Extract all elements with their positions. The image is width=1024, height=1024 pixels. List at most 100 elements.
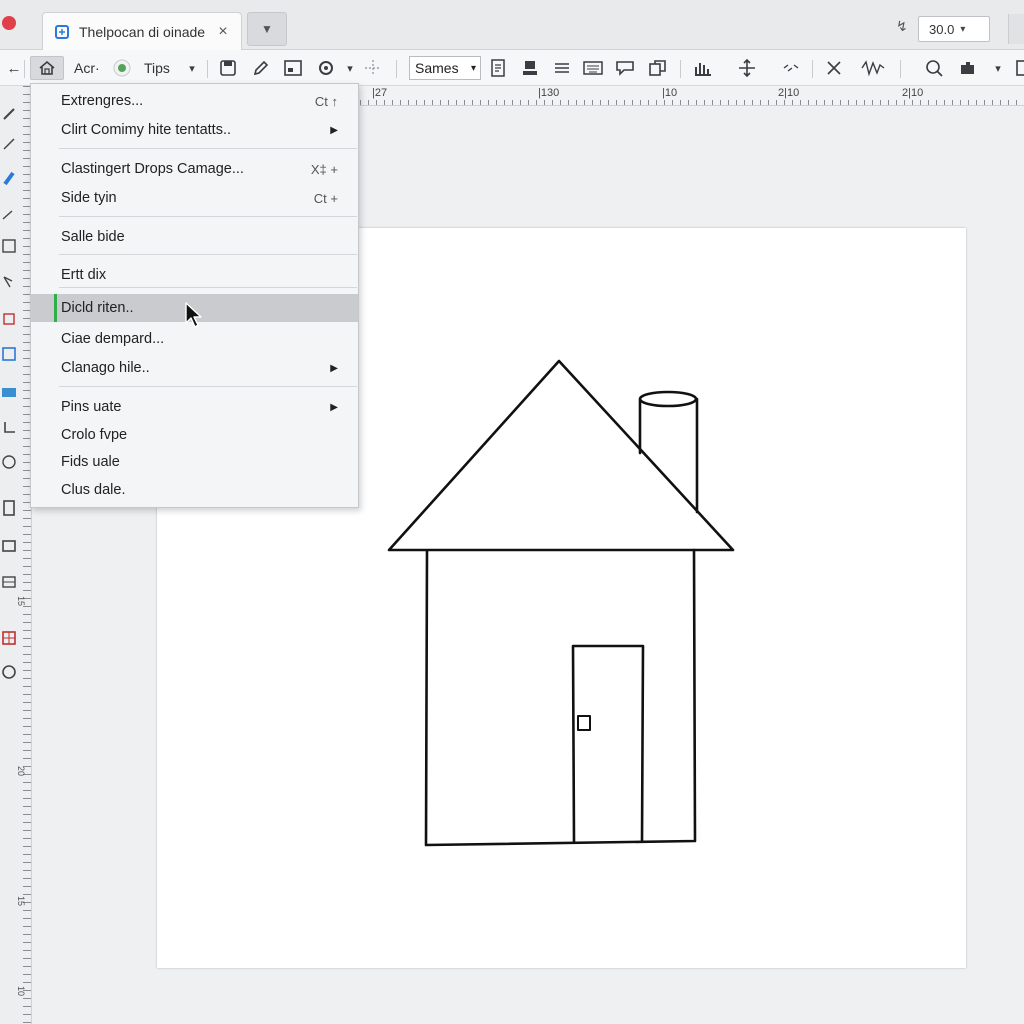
tab-close-icon[interactable]: × (215, 23, 231, 41)
zoom-select[interactable]: 30.0 ▾ (918, 16, 990, 42)
settings-button[interactable] (316, 56, 336, 80)
link-button[interactable] (780, 56, 802, 80)
door-window (577, 715, 591, 731)
zoom-value: 30.0 (929, 21, 955, 37)
move-button[interactable] (736, 56, 758, 80)
menu-item[interactable]: Ertt dix (31, 261, 358, 289)
menu-item-label: Ciae dempard... (61, 331, 165, 347)
submenu-arrow-icon: ▶ (330, 401, 338, 413)
select-tool[interactable] (0, 272, 18, 292)
comment-icon (616, 61, 634, 76)
settings-chevron-down-icon[interactable]: ▾ (340, 56, 360, 80)
menu-item[interactable]: Clastingert Drops Camage... X‡ + (31, 155, 358, 183)
page-button[interactable] (488, 56, 508, 80)
brush-tool[interactable] (0, 104, 18, 124)
menu-item-label: Dicld riten.. (61, 300, 134, 316)
image-tool[interactable] (0, 344, 18, 364)
grid-tool[interactable] (0, 236, 18, 256)
layers-tool[interactable] (0, 498, 18, 518)
title-tab-bar: Thelpocan di oinade × ▼ ↯ 30.0 ▾ (0, 0, 1024, 50)
menu-item[interactable]: Extrengres... Ct ↑ (31, 87, 358, 115)
menu-item[interactable]: Clirt Comimy hite tentatts.. ▶ (31, 116, 358, 144)
frame-button[interactable] (283, 56, 303, 80)
menu-item-label: Salle bide (61, 229, 125, 245)
document-tab[interactable]: Thelpocan di oinade × (42, 12, 242, 50)
cut-button[interactable] (824, 56, 844, 80)
font-select-value: Sames (415, 60, 459, 76)
copy-icon (649, 60, 666, 76)
menu-item[interactable]: Pins uate ▶ (31, 393, 358, 421)
frame-tool[interactable] (0, 536, 18, 556)
search-button[interactable] (925, 56, 945, 80)
plugin-chevron-down-icon[interactable]: ▾ (988, 56, 1008, 80)
menu-item-label: Clus dale. (61, 482, 126, 498)
menu-item[interactable]: Fids uale (31, 448, 358, 476)
gear-icon (319, 61, 333, 75)
align-button[interactable] (552, 56, 572, 80)
circle-tool[interactable] (0, 662, 18, 682)
crosshair-icon (365, 60, 381, 76)
panel-toggle-button[interactable] (1012, 56, 1024, 80)
ruler-label: |130 (538, 87, 560, 99)
color-dot-button[interactable] (112, 56, 132, 80)
ruler-label: 20 (16, 766, 26, 777)
tips-menu-button[interactable]: Tips (144, 56, 170, 80)
crop-tool[interactable] (0, 418, 18, 438)
table-tool[interactable] (0, 572, 18, 592)
print-icon (523, 61, 537, 75)
mouse-cursor-icon (185, 302, 202, 328)
chevron-down-icon: ▾ (470, 62, 476, 74)
menu-item[interactable]: Crolo fvpe (31, 421, 358, 449)
keyboard-button[interactable] (583, 56, 603, 80)
tips-chevron-down-icon[interactable]: ▾ (182, 56, 202, 80)
plugin-button[interactable] (958, 56, 978, 80)
image-icon (2, 347, 16, 361)
panel-icon (1016, 60, 1024, 76)
submenu-arrow-icon: ▶ (330, 362, 338, 374)
horizontal-ruler[interactable]: |27 |130 |10 2|10 2|10 (360, 86, 1024, 106)
crosshair-button[interactable] (362, 56, 384, 80)
menu-item[interactable]: Side tyin Ct + (31, 184, 358, 212)
line-tool[interactable] (0, 204, 18, 224)
save-button[interactable] (218, 56, 238, 80)
menu-item[interactable]: Clanago hile.. ▶ (31, 354, 358, 382)
ruler-label: |27 (372, 87, 388, 99)
back-button[interactable]: ← (4, 56, 24, 80)
menu-item-shortcut: X‡ + (310, 161, 338, 177)
menu-item[interactable]: Ciae dempard... (31, 325, 358, 353)
home-icon (39, 60, 55, 75)
tab-list-dropdown[interactable]: ▼ (247, 12, 287, 46)
pen-tool[interactable] (0, 134, 18, 154)
menu-item-label: Ertt dix (61, 267, 107, 283)
menu-separator (59, 148, 357, 149)
window-close-button[interactable] (2, 16, 16, 30)
shape-tool[interactable] (0, 308, 18, 328)
waveform-button[interactable] (860, 56, 886, 80)
menu-item[interactable]: Clus dale. (31, 476, 358, 504)
page-icon (491, 59, 505, 77)
home-menu-button[interactable] (30, 56, 64, 80)
ellipse-icon (2, 455, 16, 469)
menu-item-label: Pins uate (61, 399, 122, 415)
menu-item-label: Clirt Comimy hite tentatts.. (61, 122, 232, 138)
font-select[interactable]: Sames ▾ (409, 56, 481, 80)
copy-button[interactable] (648, 56, 668, 80)
color-tool[interactable] (0, 382, 18, 402)
chimney-sides (638, 397, 699, 514)
brush-icon (3, 108, 15, 120)
ellipse-tool[interactable] (0, 452, 18, 472)
print-button[interactable] (520, 56, 540, 80)
shape-icon (3, 313, 15, 325)
fill-tool[interactable] (0, 168, 18, 188)
layers-icon (3, 500, 15, 516)
drop-icon (3, 171, 15, 186)
menu-item[interactable]: Salle bide (31, 223, 358, 251)
pencil-button[interactable] (251, 56, 271, 80)
chart-button[interactable] (693, 56, 713, 80)
ruler-label: 15 (16, 596, 26, 607)
waveform-icon (861, 60, 885, 77)
comment-button[interactable] (615, 56, 635, 80)
acr-menu-button[interactable]: Acr· (74, 56, 100, 80)
chart-tool[interactable] (0, 628, 18, 648)
menu-separator (59, 386, 357, 387)
